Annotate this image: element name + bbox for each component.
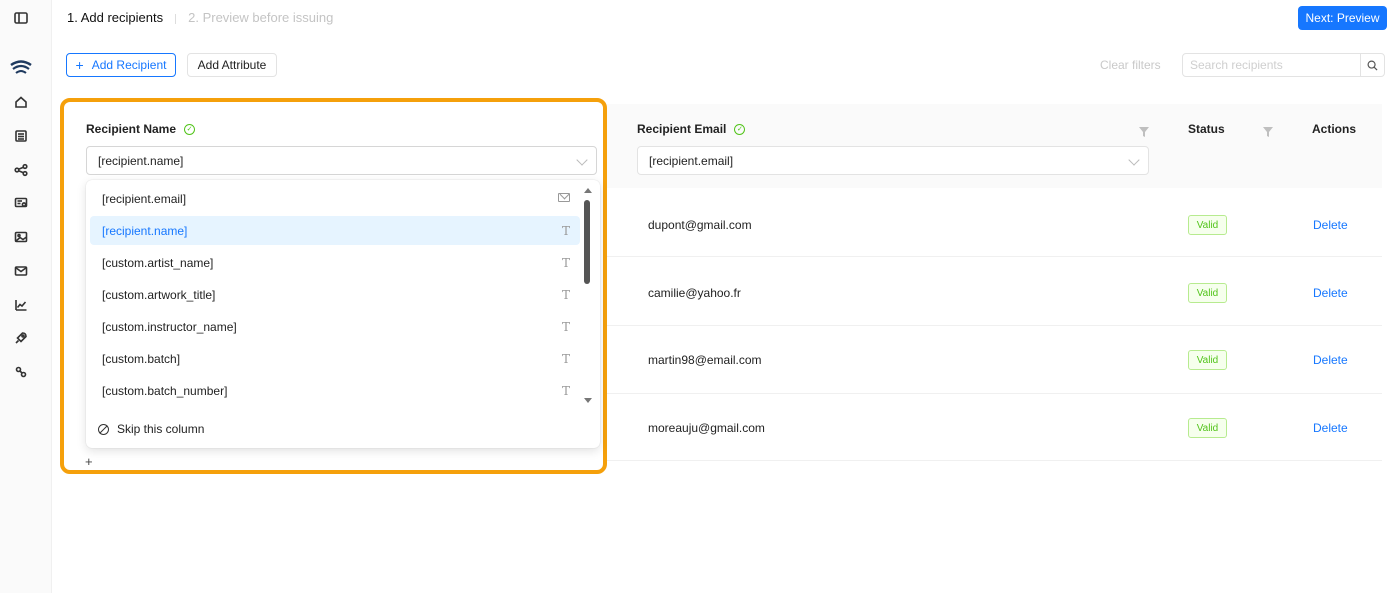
skip-column-option[interactable]: Skip this column: [98, 422, 204, 436]
search-box: [1182, 53, 1385, 77]
skip-column-label: Skip this column: [117, 422, 205, 436]
add-row-button[interactable]: +: [85, 454, 93, 469]
filter-icon[interactable]: [1139, 124, 1149, 137]
dropdown-option-label: [recipient.email]: [102, 191, 187, 206]
home-icon[interactable]: [13, 94, 29, 110]
plus-icon: +: [75, 57, 84, 73]
column-title-status: Status: [1188, 122, 1225, 136]
certificate-icon[interactable]: [13, 195, 29, 211]
check-circle-icon: ✓: [734, 123, 746, 135]
dropdown-option-label: [custom.instructor_name]: [102, 319, 237, 334]
delete-link[interactable]: Delete: [1313, 421, 1348, 435]
dropdown-scrollbar[interactable]: [584, 200, 590, 284]
dropdown-option[interactable]: [custom.instructor_name] T: [90, 312, 580, 341]
dropdown-option-label: [custom.artwork_title]: [102, 287, 216, 302]
text-type-icon: T: [561, 288, 570, 302]
status-filter-icon[interactable]: [1263, 124, 1273, 137]
search-button[interactable]: [1360, 54, 1384, 76]
search-icon: [1367, 60, 1378, 71]
text-type-icon: T: [561, 256, 570, 270]
scroll-up-arrow[interactable]: [584, 188, 592, 193]
next-preview-button[interactable]: Next: Preview: [1298, 6, 1387, 30]
document-list-icon[interactable]: [13, 128, 29, 144]
delete-link[interactable]: Delete: [1313, 286, 1348, 300]
status-badge: Valid: [1188, 350, 1227, 370]
column-header-email: Recipient Email ✓: [637, 122, 746, 136]
step-breadcrumb: 1. Add recipients 2. Preview before issui…: [67, 10, 333, 25]
sidebar-toggle-icon[interactable]: [13, 10, 29, 26]
email-column-select[interactable]: [recipient.email]: [637, 146, 1149, 175]
dropdown-option-label: [custom.batch_number]: [102, 383, 228, 398]
text-type-icon: T: [561, 384, 570, 398]
status-badge: Valid: [1188, 283, 1227, 303]
dropdown-option-selected[interactable]: [recipient.name] T: [90, 216, 580, 245]
column-title-name: Recipient Name: [86, 122, 177, 136]
text-type-icon: T: [561, 224, 570, 238]
step-preview[interactable]: 2. Preview before issuing: [188, 10, 333, 25]
scroll-down-arrow[interactable]: [584, 398, 592, 403]
email-column-select-value: [recipient.email]: [649, 153, 734, 168]
column-header-status: Status: [1188, 122, 1225, 136]
add-recipient-label: Add Recipient: [91, 58, 167, 72]
dropdown-option-label: [recipient.name]: [102, 223, 188, 238]
dropdown-option[interactable]: [custom.artwork_title] T: [90, 280, 580, 309]
check-circle-icon: ✓: [184, 123, 196, 135]
text-type-icon: T: [561, 320, 570, 334]
table-cell-email: camilie@yahoo.fr: [648, 286, 741, 300]
status-badge: Valid: [1188, 418, 1227, 438]
table-cell-email: moreauju@gmail.com: [648, 421, 765, 435]
attribute-dropdown: [recipient.email] [recipient.name] T [cu…: [86, 180, 600, 448]
image-icon[interactable]: [13, 229, 29, 245]
dropdown-option[interactable]: [custom.artist_name] T: [90, 248, 580, 277]
column-title-email: Recipient Email: [637, 122, 727, 136]
text-type-icon: T: [561, 352, 570, 366]
step-add-recipients[interactable]: 1. Add recipients: [67, 10, 163, 25]
add-attribute-button[interactable]: Add Attribute: [187, 53, 277, 77]
chevron-down-icon: [1128, 154, 1140, 166]
column-header-actions: Actions: [1312, 122, 1356, 136]
rocket-icon[interactable]: [13, 330, 29, 346]
ban-icon: [98, 423, 109, 435]
column-header-name: Recipient Name ✓: [86, 122, 196, 136]
dropdown-option-label: [custom.artist_name]: [102, 255, 214, 270]
search-input[interactable]: [1183, 54, 1360, 76]
mail-icon[interactable]: [13, 263, 29, 279]
column-title-actions: Actions: [1312, 122, 1357, 136]
mail-icon: [558, 193, 570, 202]
dropdown-option[interactable]: [custom.batch_number] T: [90, 376, 580, 405]
add-recipient-button[interactable]: + Add Recipient: [66, 53, 176, 77]
table-cell-email: dupont@gmail.com: [648, 218, 752, 232]
status-badge: Valid: [1188, 215, 1227, 235]
analytics-icon[interactable]: [13, 297, 29, 313]
delete-link[interactable]: Delete: [1313, 218, 1348, 232]
dropdown-option[interactable]: [recipient.email]: [90, 184, 580, 213]
name-column-select[interactable]: [recipient.name]: [86, 146, 597, 175]
workflow-icon[interactable]: [13, 162, 29, 178]
table-cell-email: martin98@email.com: [648, 353, 762, 367]
chevron-down-icon: [576, 154, 588, 166]
name-column-select-value: [recipient.name]: [98, 153, 184, 168]
app-logo-icon[interactable]: [10, 58, 32, 78]
sidebar: [0, 0, 52, 593]
delete-link[interactable]: Delete: [1313, 353, 1348, 367]
dropdown-option[interactable]: [custom.batch] T: [90, 344, 580, 373]
integrations-icon[interactable]: [13, 364, 29, 380]
dropdown-option-label: [custom.batch]: [102, 351, 181, 366]
clear-filters-link[interactable]: Clear filters: [1100, 58, 1161, 72]
step-divider: [175, 13, 177, 24]
